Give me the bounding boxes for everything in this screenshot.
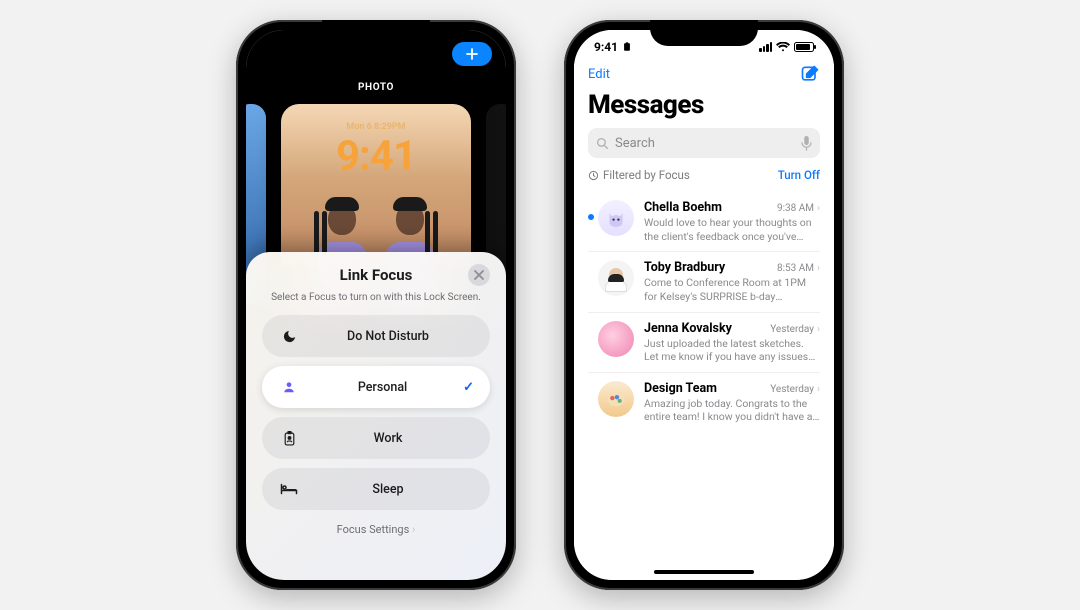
focus-option-sleep[interactable]: Sleep xyxy=(262,468,490,510)
lockscreen-date: Mon 6 8:29PM xyxy=(281,122,471,132)
focus-filter-turn-off[interactable]: Turn Off xyxy=(778,168,820,182)
message-sender: Design Team xyxy=(644,381,717,396)
sheet-subtitle: Select a Focus to turn on with this Lock… xyxy=(262,292,490,303)
phone-messages: 9:41 Edit Messages xyxy=(564,20,844,590)
wallpaper-category-title: PHOTO xyxy=(246,82,506,93)
chevron-right-icon: › xyxy=(817,384,820,395)
message-row[interactable]: Chella Boehm 9:38 AM› Would love to hear… xyxy=(588,192,820,252)
focus-option-do-not-disturb[interactable]: Do Not Disturb xyxy=(262,315,490,357)
message-preview: Come to Conference Room at 1PM for Kelse… xyxy=(644,276,820,303)
bed-icon xyxy=(280,483,298,495)
wifi-icon xyxy=(776,42,790,52)
search-icon xyxy=(596,137,609,150)
sheet-close-button[interactable] xyxy=(468,264,490,286)
avatar xyxy=(598,260,634,296)
clock-icon xyxy=(588,170,599,181)
cellular-signal-icon xyxy=(759,42,772,52)
message-sender: Chella Boehm xyxy=(644,200,722,215)
compose-button[interactable] xyxy=(800,64,820,84)
message-preview: Would love to hear your thoughts on the … xyxy=(644,216,820,243)
message-preview: Just uploaded the latest sketches. Let m… xyxy=(644,337,820,364)
message-sender: Toby Bradbury xyxy=(644,260,725,275)
home-indicator[interactable] xyxy=(654,570,754,574)
focus-option-label: Do Not Disturb xyxy=(302,329,474,344)
focus-option-personal[interactable]: Personal ✓ xyxy=(262,366,490,408)
chevron-right-icon: › xyxy=(817,263,820,274)
message-preview: Amazing job today. Congrats to the entir… xyxy=(644,397,820,424)
search-placeholder: Search xyxy=(615,136,801,151)
message-row[interactable]: Design Team Yesterday› Amazing job today… xyxy=(588,373,820,432)
link-focus-sheet: Link Focus Select a Focus to turn on wit… xyxy=(246,252,506,580)
moon-icon xyxy=(280,329,298,344)
notch xyxy=(650,20,758,46)
message-row[interactable]: Jenna Kovalsky Yesterday› Just uploaded … xyxy=(588,313,820,373)
checkmark-icon: ✓ xyxy=(463,380,474,395)
avatar xyxy=(598,200,634,236)
focus-filter-label: Filtered by Focus xyxy=(588,168,690,182)
battery-icon xyxy=(794,42,814,52)
focus-option-work[interactable]: Work xyxy=(262,417,490,459)
message-time: 8:53 AM xyxy=(777,263,814,274)
message-sender: Jenna Kovalsky xyxy=(644,321,732,336)
chevron-right-icon: › xyxy=(817,324,820,335)
message-list[interactable]: Chella Boehm 9:38 AM› Would love to hear… xyxy=(588,192,820,432)
message-row[interactable]: Toby Bradbury 8:53 AM› Come to Conferenc… xyxy=(588,252,820,312)
search-input[interactable]: Search xyxy=(588,128,820,158)
add-lockscreen-button[interactable] xyxy=(452,42,492,66)
message-time: 9:38 AM xyxy=(777,203,814,214)
message-time: Yesterday xyxy=(770,324,814,335)
avatar xyxy=(598,321,634,357)
avatar xyxy=(598,381,634,417)
focus-option-label: Sleep xyxy=(302,482,474,497)
close-icon xyxy=(474,270,484,280)
lockscreen-time: 9:41 xyxy=(281,132,471,181)
focus-option-label: Personal xyxy=(302,380,463,395)
badge-icon xyxy=(280,431,298,446)
notch xyxy=(322,20,430,46)
focus-option-label: Work xyxy=(302,431,474,446)
focus-indicator-icon xyxy=(622,42,632,52)
message-time: Yesterday xyxy=(770,384,814,395)
unread-dot xyxy=(588,214,594,220)
status-time: 9:41 xyxy=(594,40,618,54)
focus-settings-label: Focus Settings xyxy=(337,523,410,536)
sheet-title: Link Focus xyxy=(340,266,413,284)
plus-icon xyxy=(466,48,478,60)
person-icon xyxy=(280,380,298,394)
compose-icon xyxy=(800,64,820,84)
focus-settings-link[interactable]: Focus Settings › xyxy=(262,523,490,536)
chevron-right-icon: › xyxy=(817,203,820,214)
page-title: Messages xyxy=(588,90,820,120)
phone-lockscreen-editor: PHOTO Mon 6 8:29PM 9:41 xyxy=(236,20,516,590)
dictation-icon xyxy=(801,136,812,151)
chevron-right-icon: › xyxy=(412,523,415,536)
edit-button[interactable]: Edit xyxy=(588,67,610,82)
